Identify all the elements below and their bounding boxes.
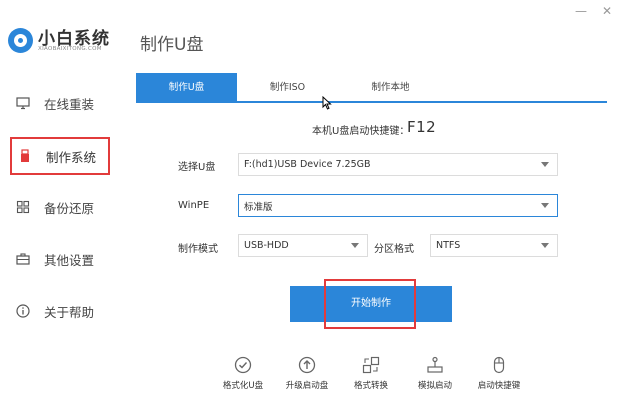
winpe-value: 标准版	[244, 201, 273, 213]
chevron-down-icon	[351, 243, 359, 248]
hotkey-label: 本机U盘启动快捷键：	[312, 126, 410, 137]
tab-underline	[136, 101, 607, 103]
usb-drive-icon	[18, 149, 32, 163]
tool-label: 启动快捷键	[477, 381, 521, 391]
info-icon	[16, 304, 30, 318]
select-usb-label: 选择U盘	[178, 162, 216, 173]
mode-label: 制作模式	[178, 244, 218, 255]
partition-dropdown[interactable]: NTFS	[430, 234, 558, 257]
start-button-highlight	[324, 279, 416, 329]
tool-simulate-boot[interactable]: 模拟启动	[400, 356, 470, 391]
tab-make-usb[interactable]: 制作U盘	[136, 73, 237, 102]
grid-icon	[16, 200, 30, 214]
sidebar-item-make-system[interactable]: 制作系统	[10, 137, 110, 175]
tool-upgrade-boot-disk[interactable]: 升级启动盘	[272, 356, 342, 391]
tool-format-convert[interactable]: 格式转换	[336, 356, 406, 391]
select-usb-value: F:(hd1)USB Device 7.25GB	[244, 159, 371, 170]
winpe-dropdown[interactable]: 标准版	[238, 194, 558, 217]
mouse-cursor-icon	[322, 95, 332, 114]
convert-icon	[362, 356, 380, 374]
joystick-icon	[426, 356, 444, 374]
tool-format-usb[interactable]: 格式化U盘	[208, 356, 278, 391]
select-usb-dropdown[interactable]: F:(hd1)USB Device 7.25GB	[238, 153, 558, 176]
chevron-down-icon	[541, 162, 549, 167]
sidebar-item-other-settings[interactable]: 其他设置	[10, 241, 110, 277]
partition-label: 分区格式	[374, 244, 414, 255]
upload-circle-icon	[298, 356, 316, 374]
sidebar-item-label: 在线重装	[44, 96, 95, 112]
sidebar-item-label: 其他设置	[44, 252, 95, 268]
chevron-down-icon	[541, 203, 549, 208]
mouse-icon	[490, 356, 508, 374]
sidebar-item-about-help[interactable]: 关于帮助	[10, 293, 110, 329]
tool-label: 格式转换	[353, 381, 388, 391]
check-circle-icon	[234, 356, 252, 374]
hotkey-value: F12	[407, 118, 437, 136]
logo-subtitle: XIAOBAIXITONG.COM	[38, 46, 102, 52]
monitor-icon	[16, 96, 30, 110]
briefcase-icon	[16, 252, 30, 266]
close-button[interactable]: ✕	[600, 4, 614, 18]
tool-label: 模拟启动	[417, 381, 452, 391]
mode-dropdown[interactable]: USB-HDD	[238, 234, 368, 257]
partition-value: NTFS	[436, 240, 461, 251]
tab-make-local[interactable]: 制作本地	[340, 73, 441, 102]
sidebar-item-label: 备份还原	[44, 200, 95, 216]
logo-icon	[8, 28, 33, 53]
sidebar-item-backup-restore[interactable]: 备份还原	[10, 189, 110, 225]
tool-boot-hotkey[interactable]: 启动快捷键	[464, 356, 534, 391]
minimize-button[interactable]: —	[574, 4, 588, 18]
tool-label: 升级启动盘	[285, 381, 329, 391]
mode-value: USB-HDD	[244, 240, 289, 251]
page-title: 制作U盘	[140, 35, 204, 55]
winpe-label: WinPE	[178, 200, 210, 211]
tool-label: 格式化U盘	[222, 381, 264, 391]
chevron-down-icon	[541, 243, 549, 248]
sidebar-item-label: 制作系统	[46, 149, 97, 165]
sidebar-item-online-reinstall[interactable]: 在线重装	[10, 85, 110, 121]
sidebar-item-label: 关于帮助	[44, 304, 95, 320]
